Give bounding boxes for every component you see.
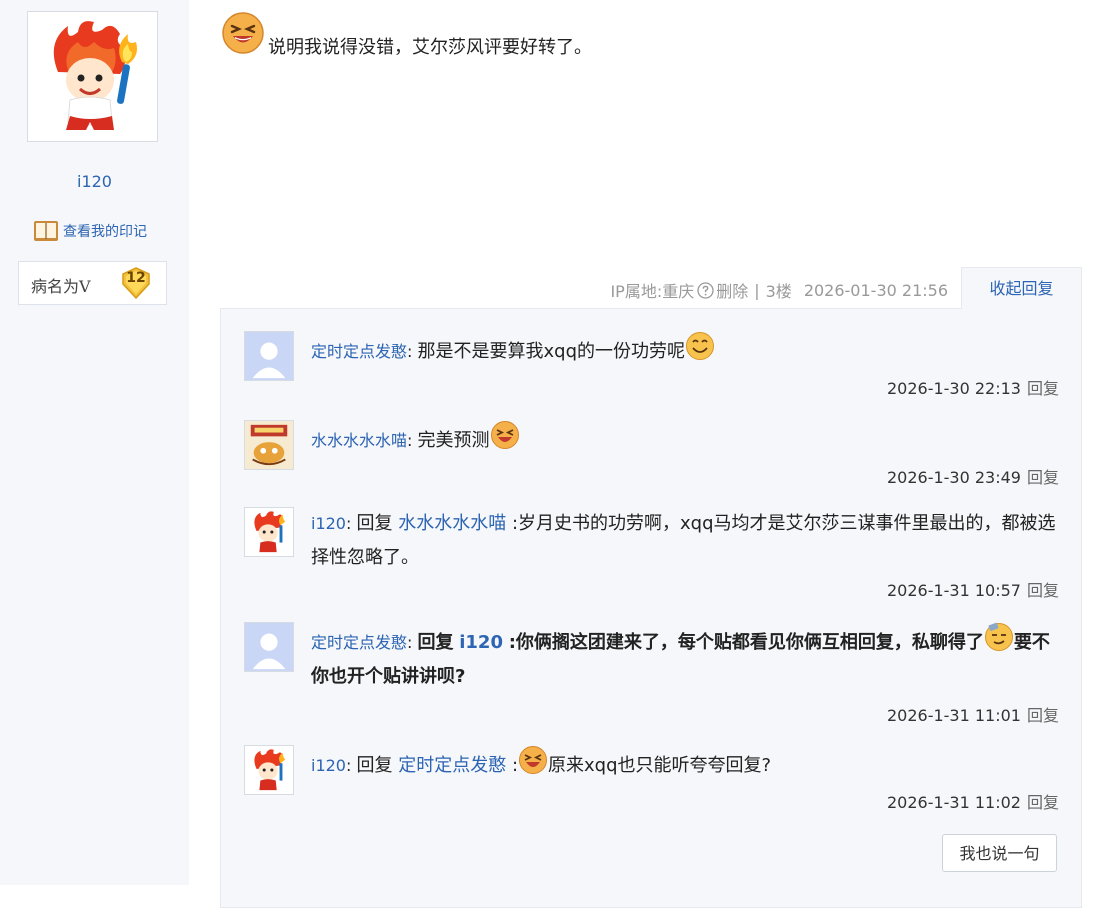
- user-sidebar: i120 查看我的印记 病名为V 12: [0, 0, 189, 885]
- floor-number: 3楼: [765, 282, 792, 301]
- sly-emoji-icon: [984, 622, 1013, 651]
- comment-body: 水水水水水喵: 完美预测: [311, 420, 1059, 458]
- reply-link[interactable]: 回复: [1027, 581, 1059, 600]
- help-icon[interactable]: [697, 281, 714, 299]
- comment-avatar[interactable]: [244, 420, 294, 470]
- reply-word: 回复: [356, 513, 393, 534]
- reply-target-link[interactable]: 水水水水水喵: [398, 513, 506, 534]
- comment-footer: 2026-1-30 22:13 回复: [887, 375, 1059, 399]
- comment-body: i120: 回复 水水水水水喵 :岁月史书的功劳啊，xqq马均才是艾尔莎三谋事件…: [311, 513, 1056, 568]
- comment-text-cont: 原来xqq也只能听夸夸回复?: [548, 755, 772, 776]
- username[interactable]: i120: [0, 172, 189, 191]
- comment-text: :你俩搁这团建来了，每个贴都看见你俩互相回复，私聊得了: [508, 632, 984, 653]
- level-badge-box[interactable]: 病名为V 12: [18, 261, 167, 305]
- comment-avatar[interactable]: [244, 331, 294, 381]
- comment-body: 定时定点发憨: 那是不是要算我xqq的一份功劳呢: [311, 331, 1059, 369]
- say-something-button[interactable]: 我也说一句: [942, 834, 1057, 872]
- reply-link[interactable]: 回复: [1027, 379, 1059, 398]
- comment-footer: 2026-1-31 10:57 回复: [887, 577, 1059, 601]
- comment-footer: 2026-1-31 11:01 回复: [887, 702, 1059, 726]
- comment-text: 那是不是要算我xqq的一份功劳呢: [417, 341, 686, 362]
- comment-avatar[interactable]: [244, 622, 294, 672]
- reply-link[interactable]: 回复: [1027, 706, 1059, 725]
- comment-username[interactable]: i120: [311, 756, 346, 775]
- delete-link[interactable]: 删除: [716, 278, 748, 302]
- comment-time: 2026-1-31 11:02: [886, 793, 1021, 812]
- comment-username[interactable]: i120: [311, 514, 346, 533]
- reply-word: 回复: [417, 632, 454, 653]
- meta-separator: |: [754, 280, 760, 300]
- comment-avatar[interactable]: [244, 745, 294, 795]
- collapse-replies-tab[interactable]: 收起回复: [961, 267, 1082, 309]
- post-text: 说明我说得没错，艾尔莎风评要好转了。: [268, 37, 592, 58]
- laughing-emoji-icon: [519, 746, 548, 774]
- reply-link[interactable]: 回复: [1027, 793, 1059, 812]
- level-name: 病名为V: [31, 277, 91, 296]
- post-timestamp: 2026-01-30 21:56: [803, 280, 948, 300]
- reply-target-link[interactable]: 定时定点发憨: [398, 755, 506, 776]
- comment-avatar[interactable]: [244, 507, 294, 557]
- laughing-emoji-icon: [222, 12, 264, 54]
- smile-emoji-icon: [686, 332, 715, 360]
- reply-link[interactable]: 回复: [1027, 468, 1059, 487]
- comment-text: 完美预测: [417, 430, 490, 451]
- comment-footer: 2026-1-31 11:02 回复: [887, 789, 1059, 813]
- user-avatar[interactable]: [27, 11, 158, 142]
- level-number: 12: [126, 270, 146, 286]
- comment-time: 2026-1-30 22:13: [886, 379, 1021, 398]
- imprint-link[interactable]: 查看我的印记: [33, 219, 147, 243]
- book-icon: [34, 221, 58, 241]
- ip-location: IP属地:重庆: [610, 282, 695, 301]
- comment-username[interactable]: 定时定点发憨: [311, 633, 407, 652]
- comment-time: 2026-1-31 11:01: [886, 706, 1021, 725]
- comment-username[interactable]: 定时定点发憨: [311, 342, 407, 361]
- reply-word: 回复: [356, 755, 393, 776]
- comment-body: 定时定点发憨: 回复 i120 :你俩搁这团建来了，每个贴都看见你俩互相回复，私…: [311, 622, 1059, 694]
- laughing-emoji-icon: [490, 421, 519, 449]
- comment-body: i120: 回复 定时定点发憨 : 原来xqq也只能听夸夸回复?: [311, 745, 1059, 783]
- comment-time: 2026-1-31 10:57: [886, 581, 1021, 600]
- comment-footer: 2026-1-30 23:49 回复: [887, 464, 1059, 488]
- post-content: 说明我说得没错，艾尔莎风评要好转了。: [221, 11, 592, 58]
- comment-username[interactable]: 水水水水水喵: [311, 431, 407, 450]
- imprint-label: 查看我的印记: [63, 224, 147, 240]
- post-meta: IP属地:重庆 删除 | 3楼 2026-01-30 21:56: [610, 278, 948, 302]
- comment-time: 2026-1-30 23:49: [886, 468, 1021, 487]
- reply-target-link[interactable]: i120: [459, 632, 503, 653]
